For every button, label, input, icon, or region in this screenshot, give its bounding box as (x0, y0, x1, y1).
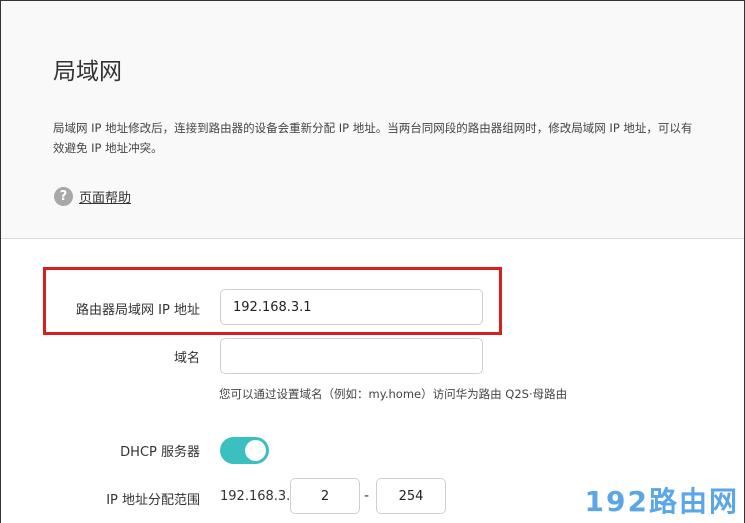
watermark-logo: 192路由网 (584, 485, 739, 518)
help-label: 页面帮助 (79, 191, 132, 206)
lan-ip-input[interactable] (220, 289, 483, 325)
page-help-link[interactable]: ? 页面帮助 (54, 187, 131, 206)
domain-label: 域名 (173, 351, 200, 366)
ip-range-start-input[interactable] (290, 478, 360, 514)
domain-input[interactable] (220, 338, 483, 374)
help-icon: ? (54, 187, 73, 206)
ip-range-label: IP 地址分配范围 (106, 493, 200, 508)
toggle-knob (245, 440, 266, 461)
ip-range-end-input[interactable] (376, 478, 446, 514)
ip-range-prefix: 192.168.3. (220, 489, 291, 504)
dhcp-label: DHCP 服务器 (120, 445, 200, 460)
ip-range-separator: - (364, 488, 370, 504)
page-description: 局域网 IP 地址修改后，连接到路由器的设备会重新分配 IP 地址。当两台同网段… (53, 121, 693, 155)
page-title: 局域网 (53, 59, 122, 85)
domain-hint: 您可以通过设置域名（例如：my.home）访问华为路由 Q2S·母路由 (219, 387, 568, 401)
dhcp-toggle[interactable] (220, 437, 269, 464)
lan-ip-label: 路由器局域网 IP 地址 (76, 303, 200, 318)
